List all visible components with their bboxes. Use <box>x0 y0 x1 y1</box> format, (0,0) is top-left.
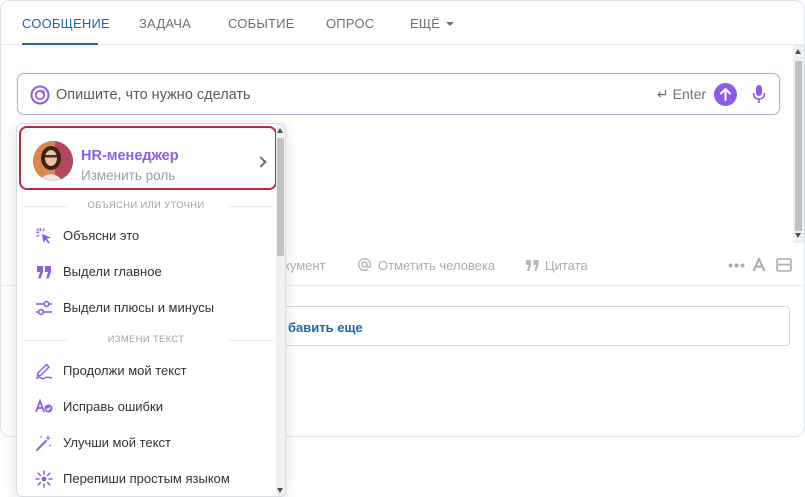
change-role-link: Изменить роль <box>81 168 176 183</box>
more-dots-icon[interactable] <box>728 263 745 268</box>
copilot-menu: HR-менеджер Изменить роль ОБЪЯСНИ ИЛИ УТ… <box>16 123 286 497</box>
spellcheck-icon <box>35 398 53 413</box>
menu-item-improve-text[interactable]: Улучши мой текст <box>17 426 275 460</box>
scroll-down-arrow-icon[interactable] <box>277 488 283 493</box>
menu-scrollbar[interactable] <box>276 124 285 496</box>
menu-item-label: Объясни это <box>63 228 140 243</box>
active-tab-indicator <box>22 43 98 45</box>
add-more-label: бавить еще <box>288 320 363 335</box>
send-button[interactable] <box>714 83 737 106</box>
scroll-down-arrow-icon[interactable] <box>795 233 801 238</box>
section-title-edit: ИЗМЕНИ ТЕКСТ <box>17 334 275 345</box>
avatar <box>33 141 73 181</box>
caret-down-icon <box>446 22 455 26</box>
cursor-click-icon <box>35 227 51 244</box>
panel-layout-icon[interactable] <box>776 258 792 272</box>
sparkle-icon <box>35 470 53 488</box>
menu-item-label: Выдели плюсы и минусы <box>63 300 215 315</box>
ai-prompt-placeholder: Опишите, что нужно сделать <box>56 87 251 103</box>
enter-hint: ↵ Enter <box>657 86 707 102</box>
menu-item-label: Исправь ошибки <box>63 399 163 414</box>
tab-message[interactable]: СООБЩЕНИЕ <box>22 16 110 31</box>
sliders-icon <box>36 300 52 316</box>
post-type-tabs: СООБЩЕНИЕ ЗАДАЧА СОБЫТИЕ ОПРОС ЕЩЁ <box>1 1 804 45</box>
toolbar-mention[interactable]: Отметить человека <box>378 258 495 273</box>
menu-item-label: Выдели главное <box>63 264 162 279</box>
microphone-icon[interactable] <box>752 84 766 104</box>
tab-more-label: ЕЩЁ <box>410 16 441 31</box>
scroll-up-arrow-icon[interactable] <box>277 128 283 133</box>
tab-task[interactable]: ЗАДАЧА <box>139 16 191 31</box>
tab-more[interactable]: ЕЩЁ <box>410 16 455 31</box>
text-format-icon[interactable] <box>752 258 766 272</box>
menu-item-simplify[interactable]: Перепиши простым языком <box>17 462 275 496</box>
quote-icon <box>37 266 51 279</box>
role-name: HR-менеджер <box>81 148 179 164</box>
toolbar-document[interactable]: кумент <box>284 258 326 273</box>
menu-item-label: Улучши мой текст <box>63 435 171 450</box>
toolbar-quote[interactable]: Цитата <box>545 258 588 273</box>
quote-icon <box>526 260 539 271</box>
section-title-explain: ОБЪЯСНИ ИЛИ УТОЧНИ <box>17 200 275 211</box>
menu-item-highlight-main[interactable]: Выдели главное <box>17 255 275 289</box>
editor-scrollbar[interactable] <box>793 45 804 243</box>
tab-event[interactable]: СОБЫТИЕ <box>228 16 295 31</box>
role-selector[interactable]: HR-менеджер Изменить роль <box>19 126 277 190</box>
tab-poll[interactable]: ОПРОС <box>326 16 374 31</box>
arrow-up-icon <box>720 88 731 101</box>
magic-wand-icon <box>36 435 52 451</box>
menu-item-fix-errors[interactable]: Исправь ошибки <box>17 390 275 424</box>
add-more-field[interactable]: бавить еще <box>231 306 790 346</box>
menu-item-label: Перепиши простым языком <box>63 471 230 486</box>
scrollbar-thumb[interactable] <box>795 61 802 231</box>
menu-item-pros-cons[interactable]: Выдели плюсы и минусы <box>17 291 275 325</box>
menu-item-explain[interactable]: Объясни это <box>17 219 275 253</box>
copilot-icon <box>30 85 50 105</box>
menu-item-label: Продолжи мой текст <box>63 363 187 378</box>
at-sign-icon <box>357 257 372 272</box>
menu-item-continue-text[interactable]: Продолжи мой текст <box>17 354 275 388</box>
scroll-up-arrow-icon[interactable] <box>795 49 801 54</box>
chevron-right-icon <box>255 156 267 168</box>
pen-signature-icon <box>35 363 53 380</box>
ai-prompt-input[interactable]: Опишите, что нужно сделать ↵ Enter <box>17 73 780 115</box>
scrollbar-thumb[interactable] <box>277 138 284 256</box>
